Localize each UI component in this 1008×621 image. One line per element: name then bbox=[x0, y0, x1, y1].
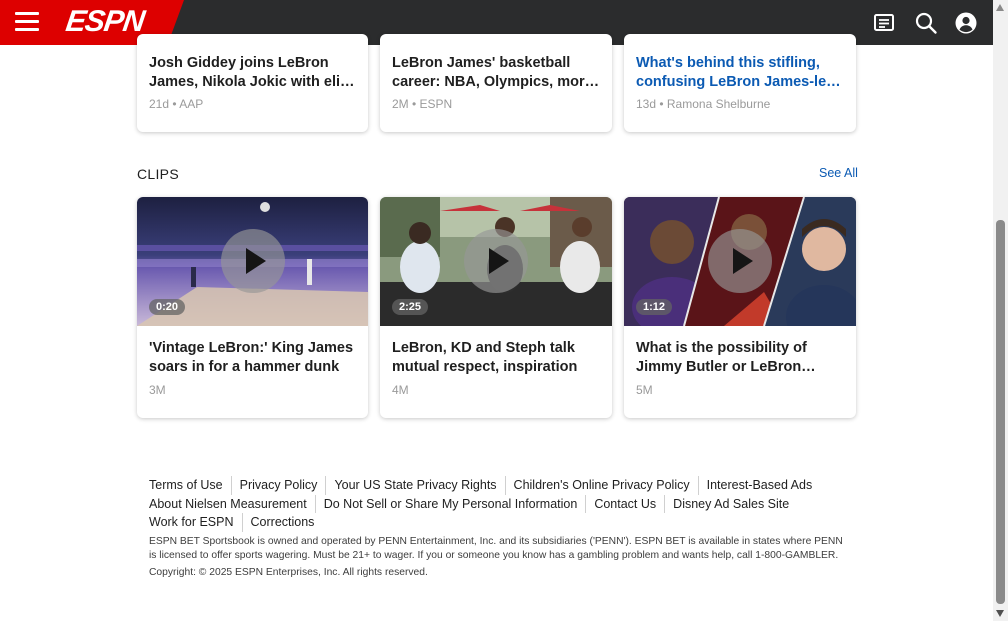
play-icon[interactable] bbox=[464, 229, 528, 293]
childrens-privacy-policy-link[interactable]: Children's Online Privacy Policy bbox=[504, 476, 698, 495]
story-title[interactable]: What's behind this stifling, confusing L… bbox=[636, 54, 844, 92]
clip-title[interactable]: What is the possibility of Jimmy Butler … bbox=[636, 339, 844, 377]
sportsbook-disclaimer: ESPN BET Sportsbook is owned and operate… bbox=[149, 535, 843, 561]
clip-meta: 3M bbox=[149, 383, 166, 397]
account-icon[interactable] bbox=[954, 11, 978, 35]
espn-logo[interactable]: ESPN bbox=[64, 5, 146, 38]
clip-title[interactable]: LeBron, KD and Steph talk mutual respect… bbox=[392, 339, 600, 377]
story-title[interactable]: LeBron James' basketball career: NBA, Ol… bbox=[392, 54, 600, 92]
interest-based-ads-link[interactable]: Interest-Based Ads bbox=[697, 476, 821, 495]
us-state-privacy-rights-link[interactable]: Your US State Privacy Rights bbox=[325, 476, 504, 495]
clip-card[interactable]: 1:12 What is the possibility of Jimmy Bu… bbox=[624, 197, 856, 418]
search-icon[interactable] bbox=[914, 11, 938, 35]
page-footer: Terms of Use Privacy Policy Your US State … bbox=[149, 476, 849, 578]
clip-duration: 1:12 bbox=[636, 299, 673, 315]
footer-links: Terms of Use Privacy Policy Your US State … bbox=[149, 476, 849, 532]
news-feed-icon[interactable] bbox=[872, 11, 896, 35]
play-icon[interactable] bbox=[220, 229, 285, 293]
clip-card[interactable]: 2:25 LeBron, KD and Steph talk mutual re… bbox=[380, 197, 612, 418]
menu-icon[interactable] bbox=[15, 12, 39, 32]
clip-meta: 4M bbox=[392, 383, 409, 397]
clip-card[interactable]: 0:20 'Vintage LeBron:' King James soars … bbox=[137, 197, 368, 418]
clip-duration: 0:20 bbox=[149, 299, 186, 315]
story-card[interactable]: Josh Giddey joins LeBron James, Nikola J… bbox=[137, 34, 368, 132]
see-all-link[interactable]: See All bbox=[819, 166, 858, 180]
nielsen-measurement-link[interactable]: About Nielsen Measurement bbox=[149, 495, 315, 514]
do-not-sell-link[interactable]: Do Not Sell or Share My Personal Informa… bbox=[314, 494, 586, 513]
contact-us-link[interactable]: Contact Us bbox=[585, 494, 664, 513]
story-card[interactable]: What's behind this stifling, confusing L… bbox=[624, 34, 856, 132]
scrollbar-thumb[interactable] bbox=[996, 220, 1005, 604]
play-icon[interactable] bbox=[708, 229, 772, 293]
terms-of-use-link[interactable]: Terms of Use bbox=[149, 476, 231, 495]
story-meta: 13d • Ramona Shelburne bbox=[636, 97, 771, 111]
page-scrollbar[interactable] bbox=[993, 0, 1008, 621]
scroll-down-arrow-icon[interactable] bbox=[996, 610, 1004, 617]
clips-section-title: CLIPS bbox=[137, 166, 179, 182]
clip-duration: 2:25 bbox=[392, 299, 429, 315]
story-meta: 21d • AAP bbox=[149, 97, 204, 111]
disney-ad-sales-link[interactable]: Disney Ad Sales Site bbox=[664, 494, 797, 513]
corrections-link[interactable]: Corrections bbox=[241, 513, 323, 532]
story-meta: 2M • ESPN bbox=[392, 97, 453, 111]
work-for-espn-link[interactable]: Work for ESPN bbox=[149, 513, 242, 532]
clip-title[interactable]: 'Vintage LeBron:' King James soars in fo… bbox=[149, 339, 356, 377]
clip-meta: 5M bbox=[636, 383, 653, 397]
privacy-policy-link[interactable]: Privacy Policy bbox=[230, 476, 326, 495]
story-card[interactable]: LeBron James' basketball career: NBA, Ol… bbox=[380, 34, 612, 132]
copyright-notice: Copyright: © 2025 ESPN Enterprises, Inc.… bbox=[149, 566, 428, 578]
story-title[interactable]: Josh Giddey joins LeBron James, Nikola J… bbox=[149, 54, 356, 92]
scroll-up-arrow-icon[interactable] bbox=[996, 4, 1004, 11]
